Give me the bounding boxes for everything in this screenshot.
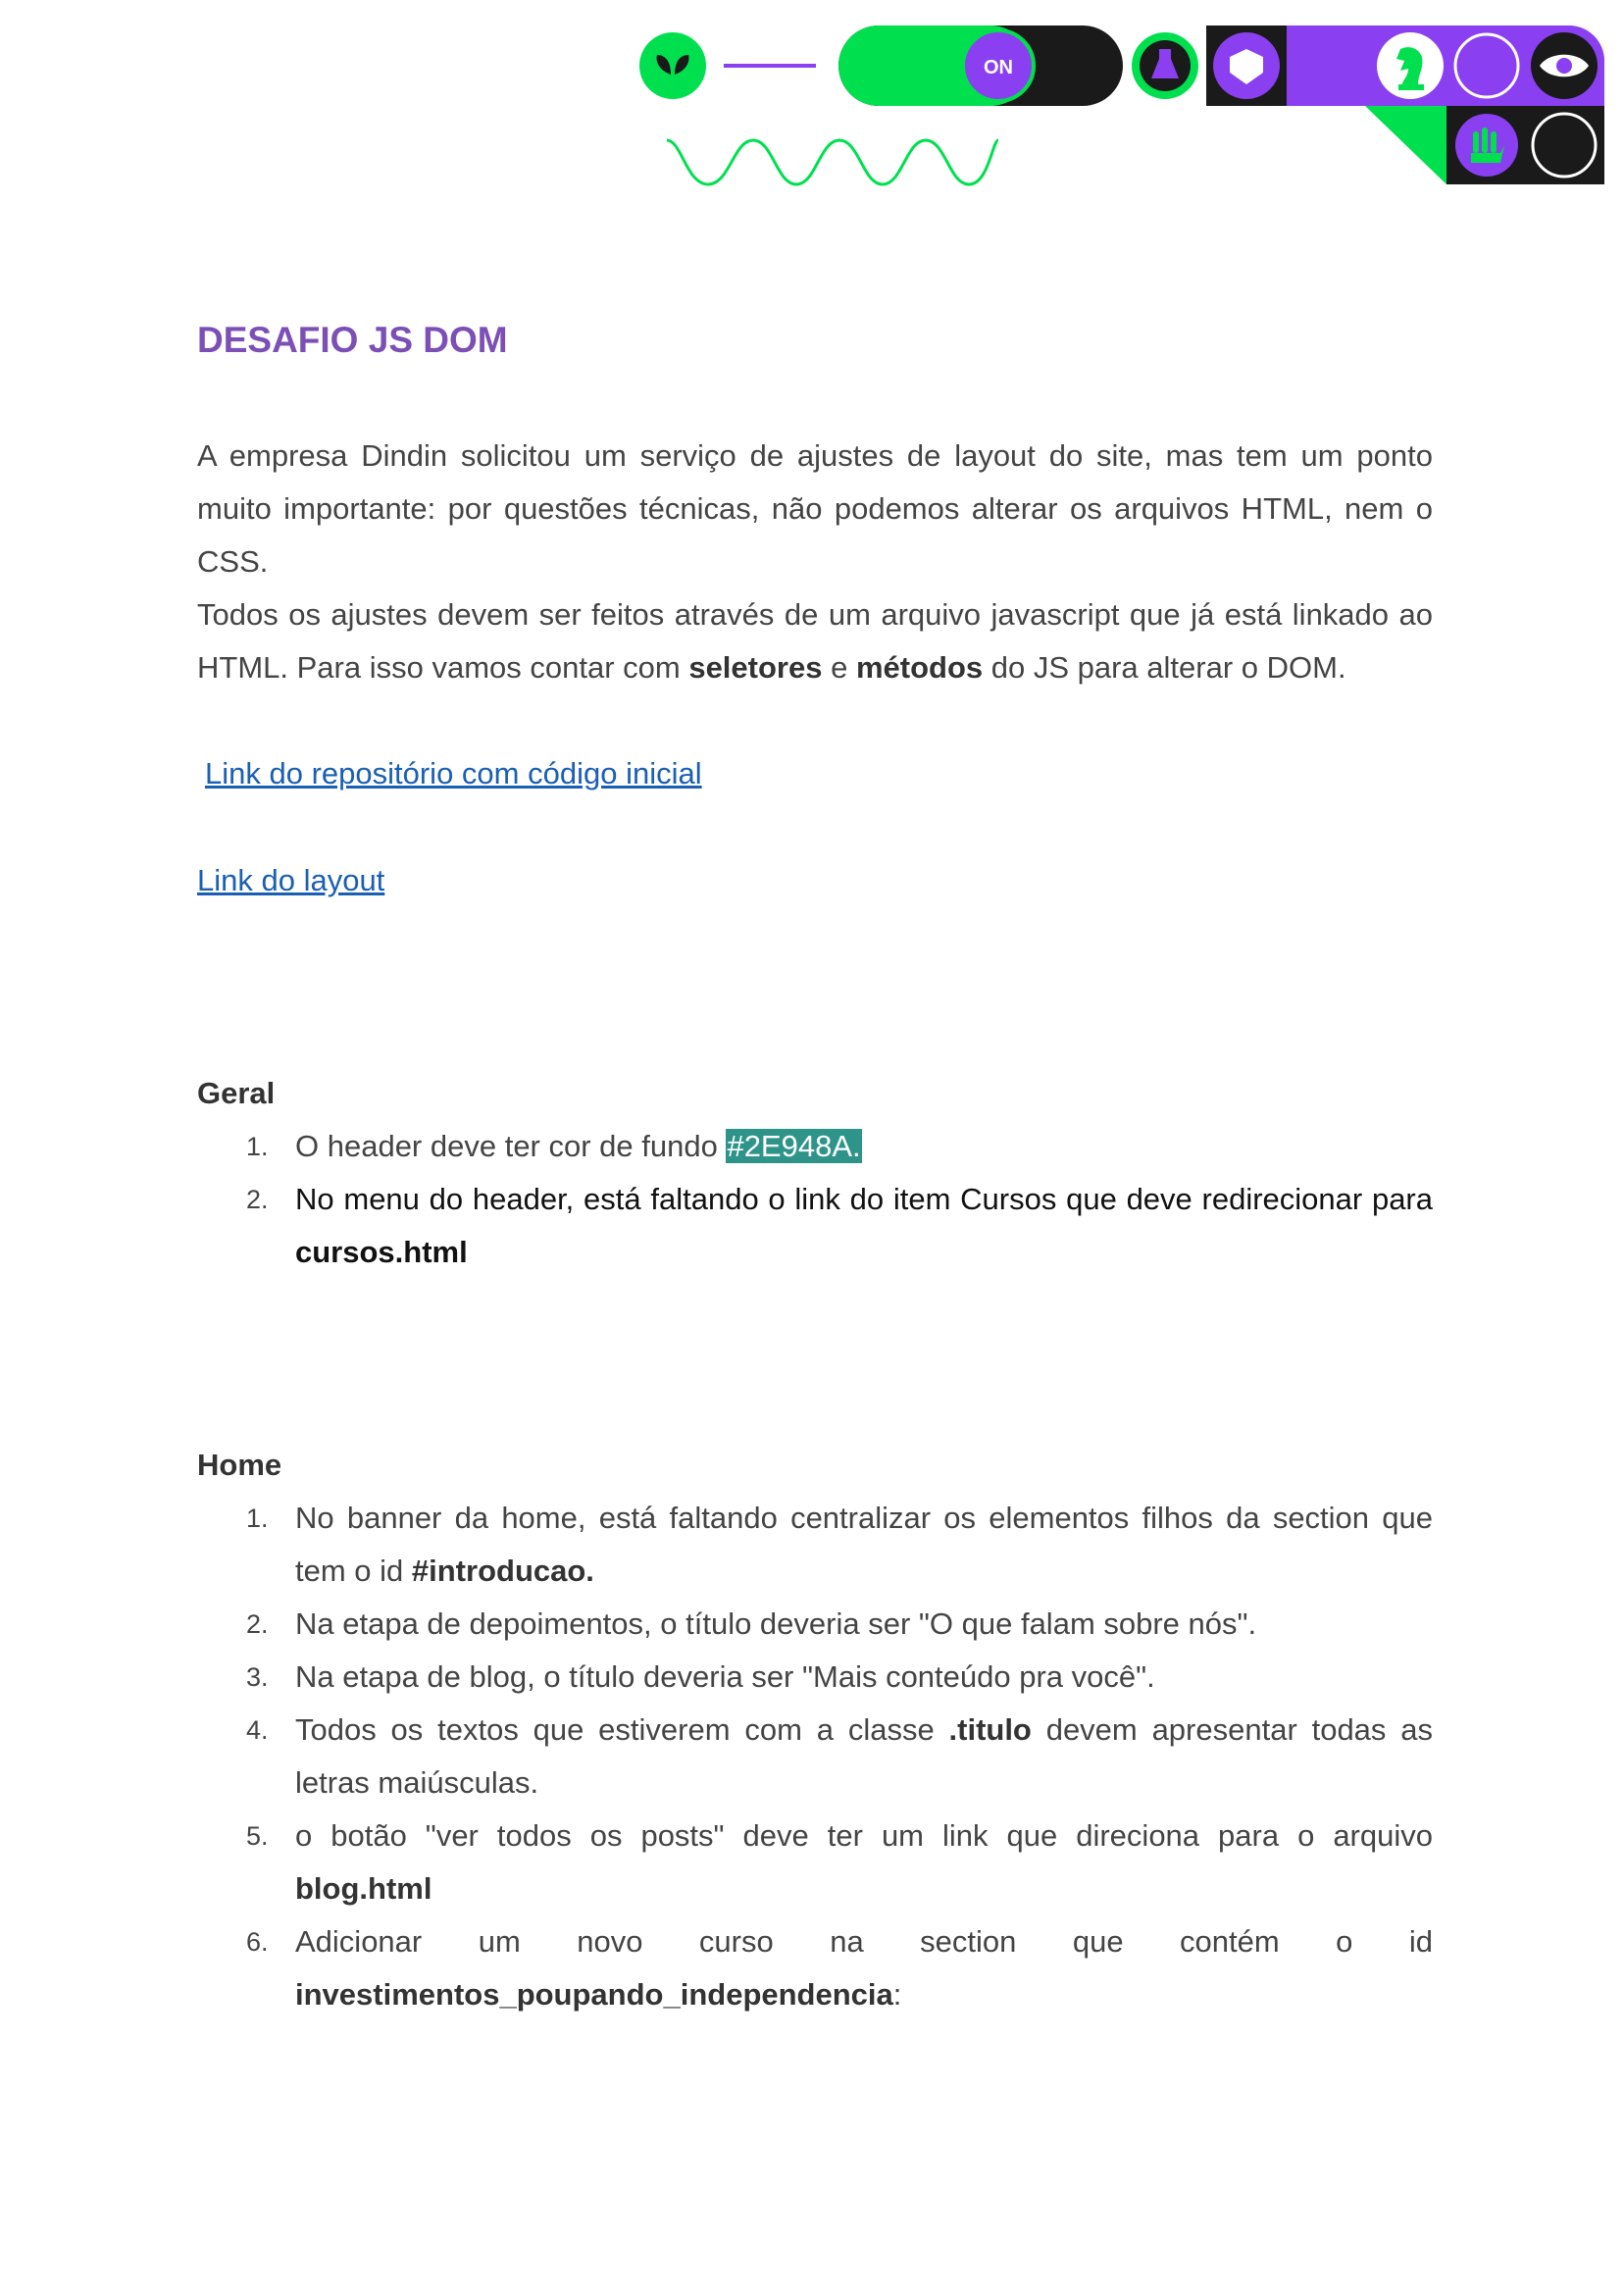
- list-item: 5. o botão "ver todos os posts" deve ter …: [197, 1810, 1433, 1915]
- list-number: 4.: [246, 1715, 269, 1745]
- list-item-text: o botão "ver todos os posts" deve ter um…: [295, 1818, 1433, 1853]
- section-heading-home: Home: [197, 1448, 282, 1482]
- home-list: 1. No banner da home, está faltando centr…: [197, 1492, 1433, 2021]
- flask-icon: [1132, 32, 1198, 99]
- leaf-icon: [639, 32, 706, 99]
- intro-bold-metodos: métodos: [855, 650, 984, 685]
- list-item: 3. Na etapa de blog, o título deveria ser…: [197, 1651, 1433, 1704]
- header-illustration: ON: [639, 25, 1604, 186]
- wave-line-icon: [666, 138, 1000, 186]
- list-number: 1.: [246, 1132, 269, 1161]
- list-item: 2. No menu do header, está faltando o lin…: [197, 1173, 1433, 1279]
- list-item-bold: .titulo: [948, 1712, 1032, 1747]
- list-number: 3.: [246, 1662, 269, 1692]
- intro-bold-seletores: seletores: [688, 650, 823, 685]
- list-item: 4. Todos os textos que estiverem com a cl…: [197, 1704, 1433, 1810]
- list-item-text: Todos os textos que estiverem com a clas…: [295, 1712, 949, 1747]
- list-item-text-end: :: [892, 1977, 902, 2012]
- list-number: 6.: [246, 1927, 269, 1957]
- list-item-bold: blog.html: [295, 1871, 432, 1906]
- geral-list: 1. O header deve ter cor de fundo #2E948A…: [197, 1120, 1433, 1279]
- list-number: 2.: [246, 1185, 269, 1214]
- list-item-text: Na etapa de depoimentos, o título deveri…: [295, 1606, 1257, 1641]
- eye-icon: [1531, 32, 1598, 99]
- intro-paragraph-2: Todos os ajustes devem ser feitos atravé…: [197, 588, 1433, 694]
- list-item: 1. O header deve ter cor de fundo #2E948A…: [197, 1120, 1433, 1173]
- list-item-text: O header deve ter cor de fundo: [295, 1129, 727, 1163]
- list-item: 6. Adicionar um novo curso na section que…: [197, 1915, 1433, 2021]
- list-item: 2. Na etapa de depoimentos, o título deve…: [197, 1598, 1433, 1651]
- list-item: 1. No banner da home, está faltando centr…: [197, 1492, 1433, 1598]
- highlighted-color-code: #2E948A.: [726, 1129, 862, 1163]
- list-number: 1.: [246, 1504, 269, 1533]
- list-item-text: No menu do header, está faltando o link …: [295, 1182, 1433, 1216]
- list-item-bold: cursos.html: [295, 1235, 468, 1269]
- green-triangle: [1365, 106, 1446, 184]
- chess-knight-icon: [1377, 32, 1444, 99]
- section-heading-geral: Geral: [197, 1076, 276, 1110]
- layout-link[interactable]: Link do layout: [197, 854, 384, 907]
- repository-link[interactable]: Link do repositório com código inicial: [205, 747, 702, 800]
- list-item-text: Adicionar um novo curso na section que c…: [295, 1924, 1433, 1959]
- list-number: 2.: [246, 1609, 269, 1639]
- money-hand-icon: [1455, 114, 1518, 177]
- intro-text-end: do JS para alterar o DOM.: [983, 650, 1346, 685]
- intro-paragraph: A empresa Dindin solicitou um serviço de…: [197, 438, 1433, 579]
- heart-shield-icon: [1206, 25, 1287, 106]
- document-title: DESAFIO JS DOM: [197, 320, 508, 360]
- list-item-text: Na etapa de blog, o título deveria ser "…: [295, 1659, 1155, 1694]
- list-number: 5.: [246, 1821, 269, 1851]
- intro-text-and: e: [822, 650, 856, 685]
- toggle-on-label: ON: [984, 57, 1013, 78]
- list-item-bold: investimentos_poupando_independencia: [295, 1977, 893, 2012]
- list-item-bold: #introducao.: [411, 1554, 594, 1588]
- toggle-switch-icon: ON: [838, 25, 1123, 106]
